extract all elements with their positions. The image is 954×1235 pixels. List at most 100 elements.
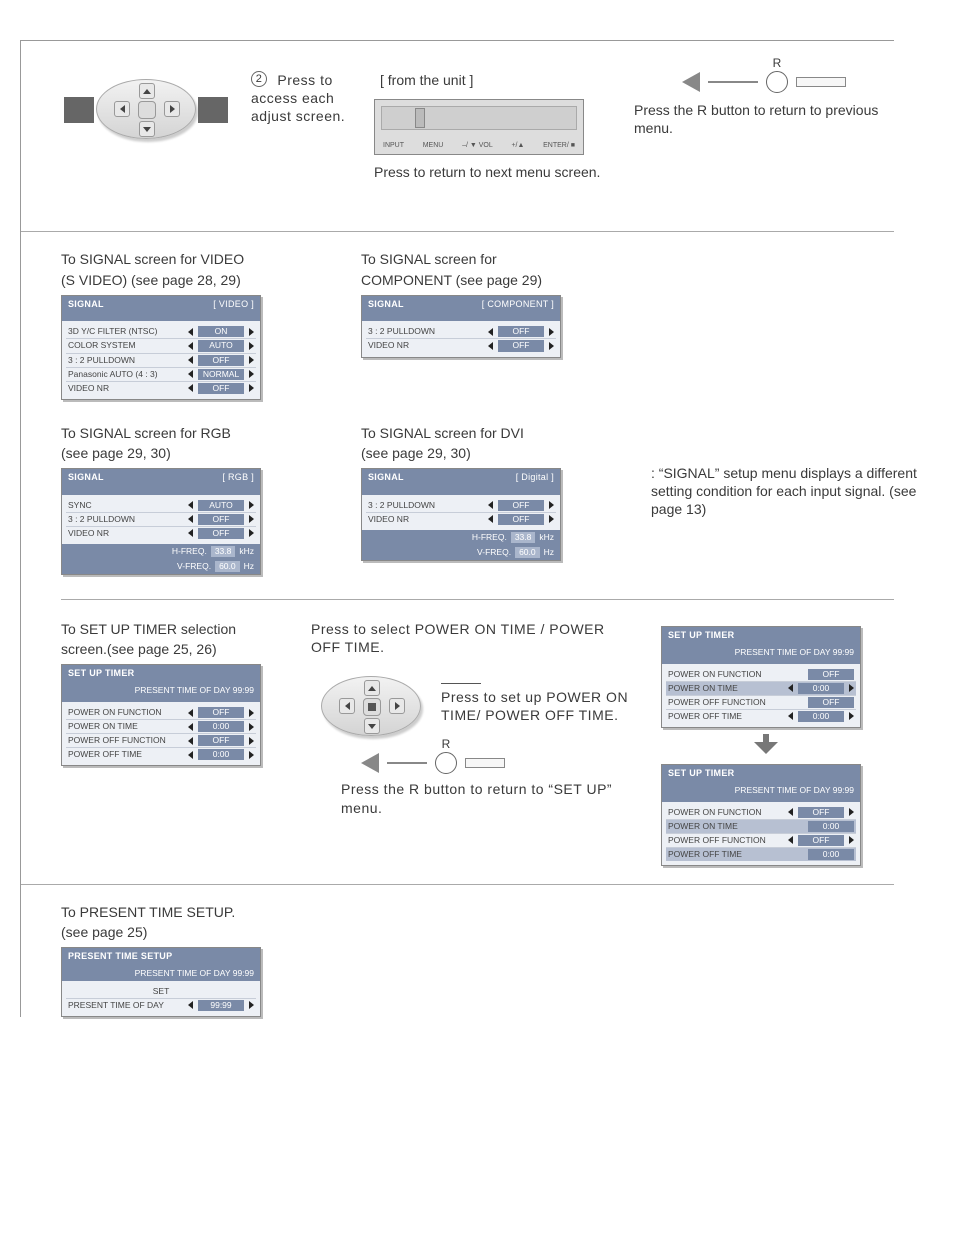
osd-row-value: OFF: [198, 735, 244, 746]
arrow-right-icon: [248, 736, 254, 746]
signal-rgb-title1: To SIGNAL screen for RGB: [61, 424, 321, 442]
osd-row-value: 0:00: [808, 821, 854, 832]
osd-signal-rgb: SIGNAL[ RGB ] SYNCAUTO3 : 2 PULLDOWNOFFV…: [61, 468, 261, 575]
arrow-left-icon: [488, 341, 494, 351]
osd-row-value: OFF: [198, 383, 244, 394]
osd-row: POWER OFF FUNCTIONOFF: [666, 834, 856, 848]
timer-mid-caption1: Press to select POWER ON TIME / POWER OF…: [311, 620, 631, 656]
arrow-left-icon: [788, 807, 794, 817]
osd-row-label: POWER OFF FUNCTION: [668, 835, 784, 846]
osd-info-row: H-FREQ.33.8kHz: [362, 530, 560, 545]
osd-row-label: POWER OFF TIME: [68, 749, 184, 760]
osd-row-label: POWER ON TIME: [68, 721, 184, 732]
panel-label: +/▲: [511, 141, 524, 150]
arrow-right-icon: [548, 341, 554, 351]
osd-signal-component: SIGNAL[ COMPONENT ] 3 : 2 PULLDOWNOFFVID…: [361, 295, 561, 358]
osd-row: POWER OFF TIME 0:00: [666, 710, 856, 723]
arrow-right-icon: [548, 514, 554, 524]
osd-row: 3 : 2 PULLDOWNOFF: [66, 513, 256, 527]
arrow-left-icon: [488, 514, 494, 524]
osd-row-label: SYNC: [68, 500, 184, 511]
arrow-right-icon: [248, 514, 254, 524]
osd-row-value: AUTO: [198, 340, 244, 351]
dpad-up-button[interactable]: [139, 83, 155, 99]
signal-video-title2: (S VIDEO) (see page 28, 29): [61, 271, 321, 289]
arrow-right-icon: [248, 500, 254, 510]
arrow-right-icon: [248, 722, 254, 732]
osd-row: VIDEO NR OFF: [366, 339, 556, 352]
r-label: R: [767, 56, 787, 72]
osd-row-label: POWER ON FUNCTION: [668, 807, 784, 818]
dpad-left-button[interactable]: [114, 101, 130, 117]
osd-row: SYNC AUTO: [66, 499, 256, 513]
osd-row: VIDEO NROFF: [66, 527, 256, 540]
osd-row-label: 3 : 2 PULLDOWN: [68, 355, 184, 366]
arrow-right-icon: [248, 1000, 254, 1010]
arrow-left-icon: [188, 514, 194, 524]
osd-row-value: NORMAL: [198, 369, 244, 380]
osd-signal-video: SIGNAL[ VIDEO ] 3D Y/C FILTER (NTSC)ONCO…: [61, 295, 261, 400]
osd-row-value: OFF: [498, 340, 544, 351]
osd-row-label: VIDEO NR: [68, 383, 184, 394]
osd-row-value: 0:00: [198, 721, 244, 732]
unit-front-panel: INPUT MENU –/ ▼ VOL +/▲ ENTER/ ■: [374, 99, 584, 155]
osd-row-label: VIDEO NR: [368, 340, 484, 351]
osd-row: POWER OFF FUNCTIONOFF: [666, 696, 856, 710]
signal-component-title2: COMPONENT (see page 29): [361, 271, 621, 289]
present-time-set: SET: [153, 986, 170, 997]
osd-row-value: 0:00: [798, 711, 844, 722]
signal-rgb-title2: (see page 29, 30): [61, 444, 321, 462]
dpad-left-button[interactable]: [339, 698, 355, 714]
osd-row: POWER ON FUNCTION OFF: [666, 806, 856, 820]
osd-row-value: OFF: [198, 514, 244, 525]
r-button-graphic: R: [634, 71, 894, 93]
osd-row-value: OFF: [198, 355, 244, 366]
osd-info-row: V-FREQ.60.0Hz: [62, 559, 260, 574]
dpad-center-button[interactable]: [363, 698, 381, 716]
osd-row-label: POWER ON TIME: [668, 683, 784, 694]
signal-note: : “SIGNAL” setup menu displays a differe…: [651, 464, 921, 519]
timer-r-caption: Press the R button to return to “SET UP”…: [341, 780, 631, 816]
arrow-right-icon: [248, 528, 254, 538]
arrow-left-icon: [188, 500, 194, 510]
dpad-right-button[interactable]: [389, 698, 405, 714]
dpad-up-button[interactable]: [364, 680, 380, 696]
osd-row-label: POWER OFF FUNCTION: [68, 735, 184, 746]
osd-row: VIDEO NR OFF: [66, 382, 256, 395]
osd-row: 3 : 2 PULLDOWNOFF: [366, 325, 556, 339]
arrow-left-icon: [188, 341, 194, 351]
osd-row: VIDEO NROFF: [366, 513, 556, 526]
osd-setup-timer: SET UP TIMER PRESENT TIME OF DAY 99:99 P…: [61, 664, 261, 766]
dpad-down-button[interactable]: [364, 718, 380, 734]
panel-label: –/ ▼ VOL: [462, 141, 493, 150]
osd-row-label: VIDEO NR: [68, 528, 184, 539]
arrow-left-icon: [488, 327, 494, 337]
arrow-right-icon: [848, 711, 854, 721]
from-unit-heading: [ from the unit ]: [380, 71, 614, 89]
arrow-left-icon: [188, 327, 194, 337]
osd-row-value: OFF: [808, 697, 854, 708]
panel-label: MENU: [423, 141, 444, 150]
osd-row: 3D Y/C FILTER (NTSC)ON: [66, 325, 256, 339]
arrow-left-icon: [188, 369, 194, 379]
osd-row-label: COLOR SYSTEM: [68, 340, 184, 351]
dpad-down-button[interactable]: [139, 121, 155, 137]
signal-component-title1: To SIGNAL screen for: [361, 250, 621, 268]
timer-sel-title1: To SET UP TIMER selection: [61, 620, 281, 638]
present-time-row-label: PRESENT TIME OF DAY: [68, 1000, 184, 1011]
dpad-center-button[interactable]: [138, 101, 156, 119]
arrow-left-icon: [188, 355, 194, 365]
present-time-title1: To PRESENT TIME SETUP.: [61, 903, 894, 921]
osd-row-label: POWER OFF TIME: [668, 711, 784, 722]
osd-row-value: AUTO: [198, 500, 244, 511]
osd-row-value: OFF: [798, 807, 844, 818]
osd-info-row: H-FREQ.33.8kHz: [62, 544, 260, 559]
osd-row-value: 0:00: [808, 849, 854, 860]
osd-row: Panasonic AUTO (4 : 3)NORMAL: [66, 368, 256, 382]
arrow-left-icon: [188, 750, 194, 760]
remote-dpad-timer: [311, 668, 421, 738]
arrow-left-icon: [188, 1000, 194, 1010]
arrow-right-icon: [848, 835, 854, 845]
signal-video-title1: To SIGNAL screen for VIDEO: [61, 250, 321, 268]
dpad-right-button[interactable]: [164, 101, 180, 117]
